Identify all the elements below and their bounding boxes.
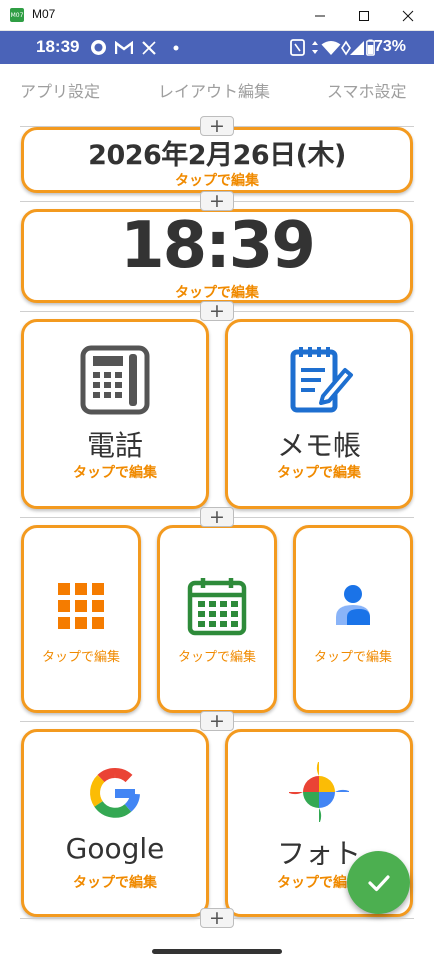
google-icon-wrap [24,764,206,822]
phone-label: 電話 [86,429,143,462]
photos-icon-wrap [228,762,410,822]
cell-signal-icon [349,39,365,56]
close-icon [402,10,414,21]
edit-label: タップで編集 [177,650,256,665]
phone-icon-wrap [24,344,206,416]
status-time: 18:39 [36,37,80,56]
memo-widget[interactable]: メモ帳 タップで編集 [225,319,413,509]
date-text: 2026年2月26日(木) [88,140,346,171]
tab-app-settings[interactable]: アプリ設定 [20,78,100,102]
apps-icon-wrap [24,583,138,629]
tab-layout-edit[interactable]: レイアウト編集 [158,78,270,102]
calendar-icon [187,578,247,636]
apps-widget[interactable]: タップで編集 [21,525,141,713]
add-row-button[interactable]: + [200,711,234,731]
clock-widget[interactable]: 18:39 タップで編集 [21,209,413,303]
more-notifications-icon [173,39,179,56]
add-row-button[interactable]: + [200,301,234,321]
add-row-button[interactable]: + [200,507,234,527]
edit-label: タップで編集 [73,465,157,481]
calendar-icon-wrap [160,576,274,636]
photos-icon [289,762,349,822]
google-widget[interactable]: Google タップで編集 [21,729,209,917]
app-icon-text: M07 [10,11,24,19]
edit-label: タップで編集 [175,173,259,189]
tab-phone-settings[interactable]: スマホ設定 [327,78,407,102]
notification-badge-icon [90,39,107,56]
phone-icon [80,345,150,415]
edit-label: タップで編集 [73,875,157,891]
apps-grid-icon [58,583,104,629]
wifi-icon [321,39,341,56]
calendar-widget[interactable]: タップで編集 [157,525,277,713]
maximize-button[interactable] [342,0,386,31]
add-row-button[interactable]: + [200,191,234,211]
date-widget[interactable]: 2026年2月26日(木) タップで編集 [21,127,413,193]
add-row-button[interactable]: + [200,908,234,928]
check-icon [367,874,390,891]
window-titlebar: M07 M07 [0,0,434,31]
battery-percent: 73% [374,38,407,55]
close-button[interactable] [386,0,430,31]
edit-label: タップで編集 [41,650,120,665]
contacts-icon-wrap [296,583,410,627]
edit-label: タップで編集 [277,465,361,481]
gesture-nav-handle[interactable] [152,949,282,954]
memo-icon [290,347,353,413]
edit-label: タップで編集 [175,285,259,301]
contacts-widget[interactable]: タップで編集 [293,525,413,713]
maximize-icon [359,10,369,21]
memo-label: メモ帳 [276,429,361,462]
contacts-icon [336,585,370,625]
clock-text: 18:39 [120,209,316,283]
google-label: Google [65,832,165,865]
minimize-icon [315,15,325,16]
edit-label: タップで編集 [313,650,392,665]
nfc-icon [290,39,305,56]
x-app-icon [141,39,157,56]
gmail-icon [115,39,133,56]
status-bar: 18:39 73% [0,31,434,64]
minimize-button[interactable] [298,0,342,31]
app-icon: M07 [10,8,24,22]
window-title: M07 [32,7,56,21]
google-icon [90,768,140,818]
done-fab-button[interactable] [347,851,410,914]
data-arrows-icon [310,39,320,56]
settings-tabs: アプリ設定 レイアウト編集 スマホ設定 [0,64,434,114]
add-row-button[interactable]: + [200,116,234,136]
phone-widget[interactable]: 電話 タップで編集 [21,319,209,509]
memo-icon-wrap [228,344,410,416]
